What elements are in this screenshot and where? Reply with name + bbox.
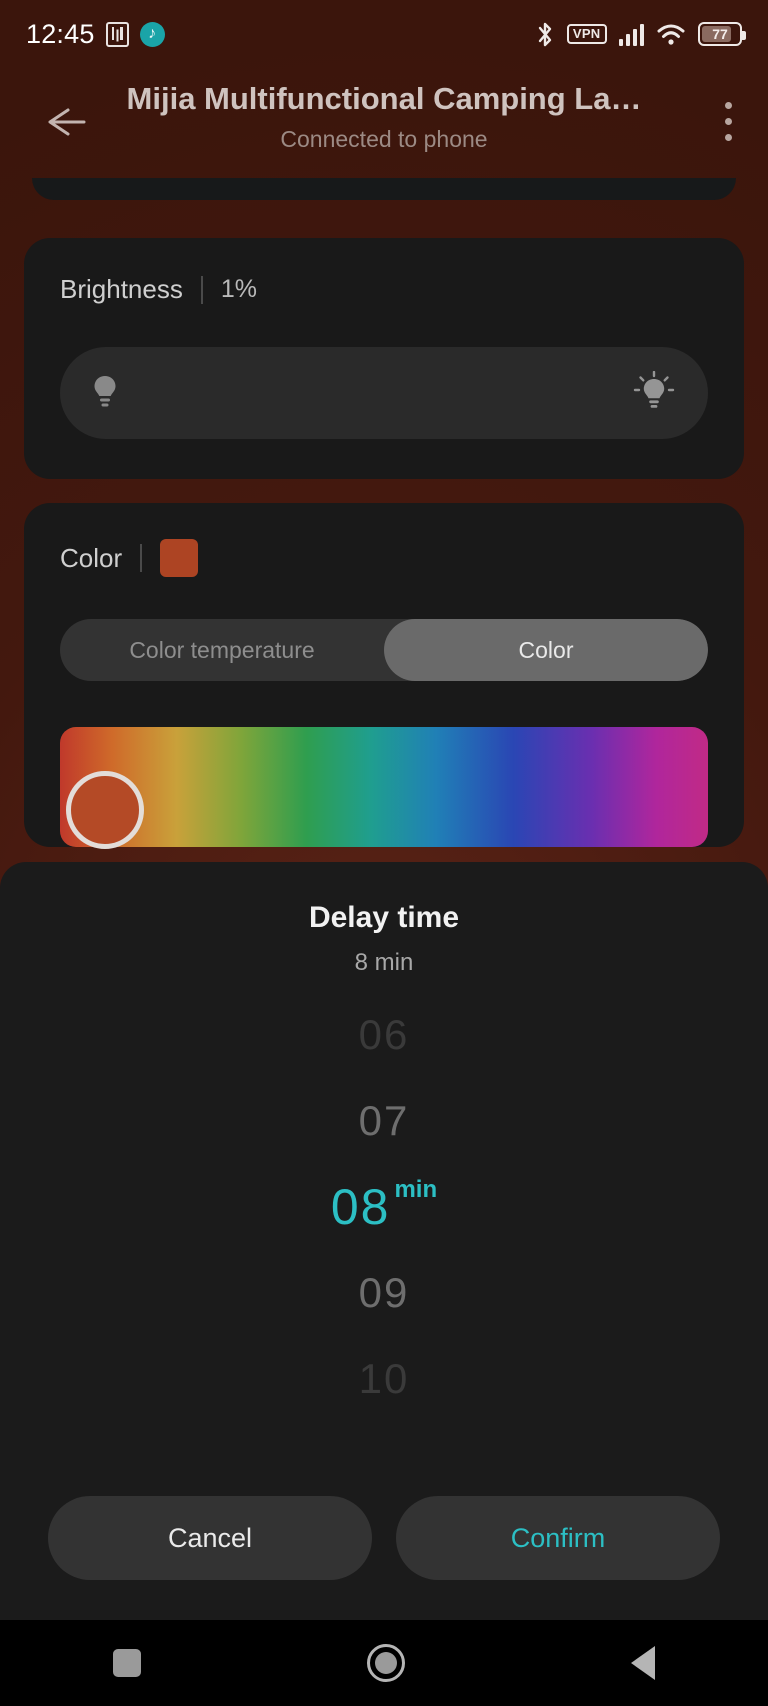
home-circle-icon[interactable] xyxy=(367,1644,405,1682)
title-block: Mijia Multifunctional Camping La… Connec… xyxy=(96,78,672,156)
settings-scroll-area: Brightness 1% Color Color temperature Co… xyxy=(0,178,768,871)
sheet-title: Delay time xyxy=(308,901,460,934)
assistant-badge-icon: ♪ xyxy=(139,21,165,47)
minute-picker-wheel[interactable]: 06 07 08 min 09 10 xyxy=(0,992,768,1422)
bulb-dim-icon xyxy=(92,373,118,414)
back-arrow-icon[interactable] xyxy=(40,102,86,142)
picker-option-value: 07 xyxy=(358,1097,410,1144)
color-label: Color xyxy=(60,542,123,573)
cancel-button[interactable]: Cancel xyxy=(48,1496,372,1580)
battery-percent: 77 xyxy=(712,26,728,42)
brightness-label: Brightness xyxy=(60,274,183,304)
brightness-slider[interactable] xyxy=(60,347,708,439)
brightness-header: Brightness 1% xyxy=(60,274,708,305)
sheet-action-row: Cancel Confirm xyxy=(0,1496,768,1580)
recents-square-icon[interactable] xyxy=(113,1649,141,1677)
color-picker-handle[interactable] xyxy=(66,771,144,849)
partial-card-above xyxy=(32,178,736,200)
color-card: Color Color temperature Color xyxy=(24,503,744,849)
color-header: Color xyxy=(60,539,708,577)
color-gradient-picker[interactable] xyxy=(60,727,708,849)
connection-status: Connected to phone xyxy=(280,126,488,152)
battery-icon: 77 xyxy=(698,22,746,46)
bluetooth-icon xyxy=(535,21,555,48)
status-clock: 12:45 xyxy=(26,18,95,49)
current-color-swatch xyxy=(160,539,199,577)
cellular-signal-icon xyxy=(618,22,644,46)
sheet-subtitle: 8 min xyxy=(354,949,414,976)
phone-screen: 12:45 ♪ VPN 77 Mijia Multifunctional Cam… xyxy=(0,0,768,1706)
vpn-icon: VPN xyxy=(566,24,607,44)
page-title: Mijia Multifunctional Camping La… xyxy=(126,81,642,116)
wifi-icon xyxy=(656,22,686,46)
color-mode-tabs: Color temperature Color xyxy=(60,619,708,681)
picker-option-value: 10 xyxy=(358,1355,410,1402)
picker-unit-label: min xyxy=(394,1176,438,1203)
brightness-card: Brightness 1% xyxy=(24,238,744,479)
confirm-button[interactable]: Confirm xyxy=(396,1496,720,1580)
brightness-value: 1% xyxy=(220,275,257,303)
status-bar: 12:45 ♪ VPN 77 xyxy=(0,0,768,68)
system-navigation-bar xyxy=(0,1620,768,1706)
overflow-menu-icon[interactable] xyxy=(724,102,732,141)
bulb-bright-icon xyxy=(632,370,676,416)
picker-option[interactable]: 10 xyxy=(0,1336,768,1422)
app-bar: Mijia Multifunctional Camping La… Connec… xyxy=(0,68,768,178)
picker-option-value: 06 xyxy=(358,1011,410,1058)
label-divider xyxy=(140,544,143,572)
picker-selected-value: 08 xyxy=(330,1179,391,1235)
label-divider xyxy=(200,275,203,304)
picker-option[interactable]: 06 xyxy=(0,992,768,1078)
picker-option-selected[interactable]: 08 min xyxy=(0,1164,768,1250)
back-triangle-icon[interactable] xyxy=(631,1646,655,1680)
picker-option[interactable]: 07 xyxy=(0,1078,768,1164)
tab-color[interactable]: Color xyxy=(384,619,708,681)
picker-option[interactable]: 09 xyxy=(0,1250,768,1336)
delay-time-sheet: Delay time 8 min 06 07 08 min 09 10 Canc… xyxy=(0,862,768,1620)
tab-color-temperature[interactable]: Color temperature xyxy=(60,619,384,681)
nfc-icon xyxy=(105,21,129,47)
picker-option-value: 09 xyxy=(358,1269,410,1316)
